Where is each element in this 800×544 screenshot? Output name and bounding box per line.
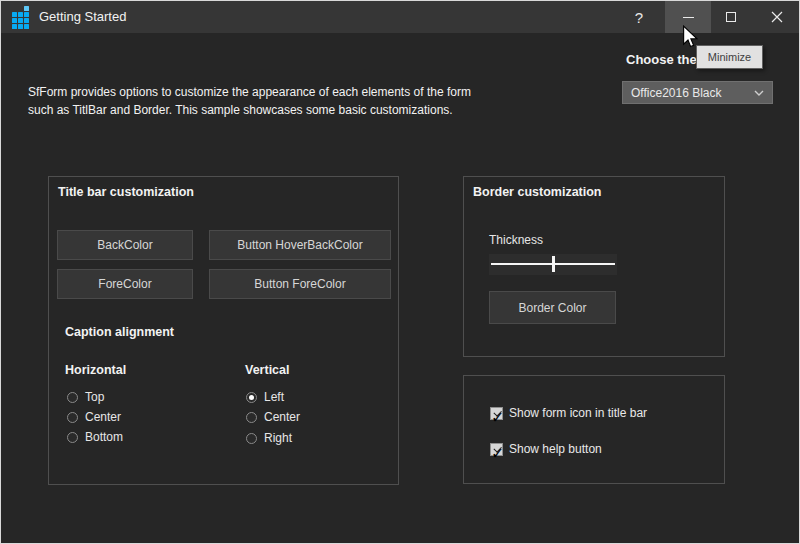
radio-horizontal-top[interactable]: Top — [67, 390, 104, 404]
checkbox-icon: ✓ — [490, 407, 503, 420]
radio-label: Center — [85, 410, 121, 424]
description-line2: such as TitlBar and Border. This sample … — [28, 103, 453, 117]
radio-icon — [67, 432, 78, 443]
slider-thumb[interactable] — [552, 256, 555, 272]
mouse-cursor — [683, 25, 698, 49]
border-color-button[interactable]: Border Color — [489, 291, 616, 324]
radio-vertical-right[interactable]: Right — [246, 431, 292, 445]
border-group-title: Border customization — [473, 185, 602, 199]
checkbox-show-form-icon[interactable]: ✓ Show form icon in title bar — [490, 406, 647, 420]
checkbox-label: Show form icon in title bar — [509, 406, 647, 420]
minimize-tooltip: Minimize — [696, 45, 763, 69]
titlebar-customization-group: Title bar customization BackColor Button… — [48, 176, 399, 485]
checkbox-icon: ✓ — [490, 443, 503, 456]
chevron-down-icon — [754, 90, 764, 96]
theme-combobox[interactable]: Office2016 Black — [622, 81, 773, 104]
thickness-label: Thickness — [489, 233, 543, 247]
radio-label: Center — [264, 410, 300, 424]
maximize-icon — [726, 12, 736, 22]
radio-horizontal-center[interactable]: Center — [67, 410, 121, 424]
close-icon — [771, 11, 783, 23]
options-group: ✓ Show form icon in title bar ✓ Show hel… — [463, 375, 725, 484]
caption-alignment-label: Caption alignment — [65, 325, 174, 339]
radio-vertical-center[interactable]: Center — [246, 410, 300, 424]
window-title: Getting Started — [39, 1, 126, 33]
radio-horizontal-bottom[interactable]: Bottom — [67, 430, 123, 444]
help-icon: ? — [635, 9, 643, 26]
radio-icon — [246, 433, 257, 444]
radio-icon — [67, 412, 78, 423]
radio-icon — [246, 412, 257, 423]
radio-vertical-left[interactable]: Left — [246, 390, 284, 404]
title-bar: Getting Started ? — [1, 1, 799, 33]
radio-label: Bottom — [85, 430, 123, 444]
radio-icon — [246, 392, 257, 403]
titlebar-group-title: Title bar customization — [58, 185, 194, 199]
app-icon — [12, 12, 28, 28]
checkbox-show-help-button[interactable]: ✓ Show help button — [490, 442, 602, 456]
button-hoverbackcolor-button[interactable]: Button HoverBackColor — [209, 230, 391, 260]
backcolor-button[interactable]: BackColor — [57, 230, 193, 260]
close-button[interactable] — [754, 1, 800, 33]
thickness-slider[interactable] — [489, 254, 617, 275]
radio-label: Left — [264, 390, 284, 404]
theme-combobox-value: Office2016 Black — [623, 86, 754, 100]
description-line1: SfForm provides options to customize the… — [28, 85, 471, 99]
horizontal-label: Horizontal — [65, 363, 126, 377]
minimize-icon — [683, 17, 694, 18]
radio-label: Top — [85, 390, 104, 404]
forecolor-button[interactable]: ForeColor — [57, 269, 193, 299]
radio-icon — [67, 392, 78, 403]
border-customization-group: Border customization Thickness Border Co… — [463, 176, 725, 357]
vertical-label: Vertical — [245, 363, 289, 377]
button-forecolor-button[interactable]: Button ForeColor — [209, 269, 391, 299]
maximize-button[interactable] — [708, 1, 754, 33]
checkbox-label: Show help button — [509, 442, 602, 456]
help-button[interactable]: ? — [616, 1, 662, 33]
radio-label: Right — [264, 431, 292, 445]
tooltip-text: Minimize — [708, 51, 751, 63]
